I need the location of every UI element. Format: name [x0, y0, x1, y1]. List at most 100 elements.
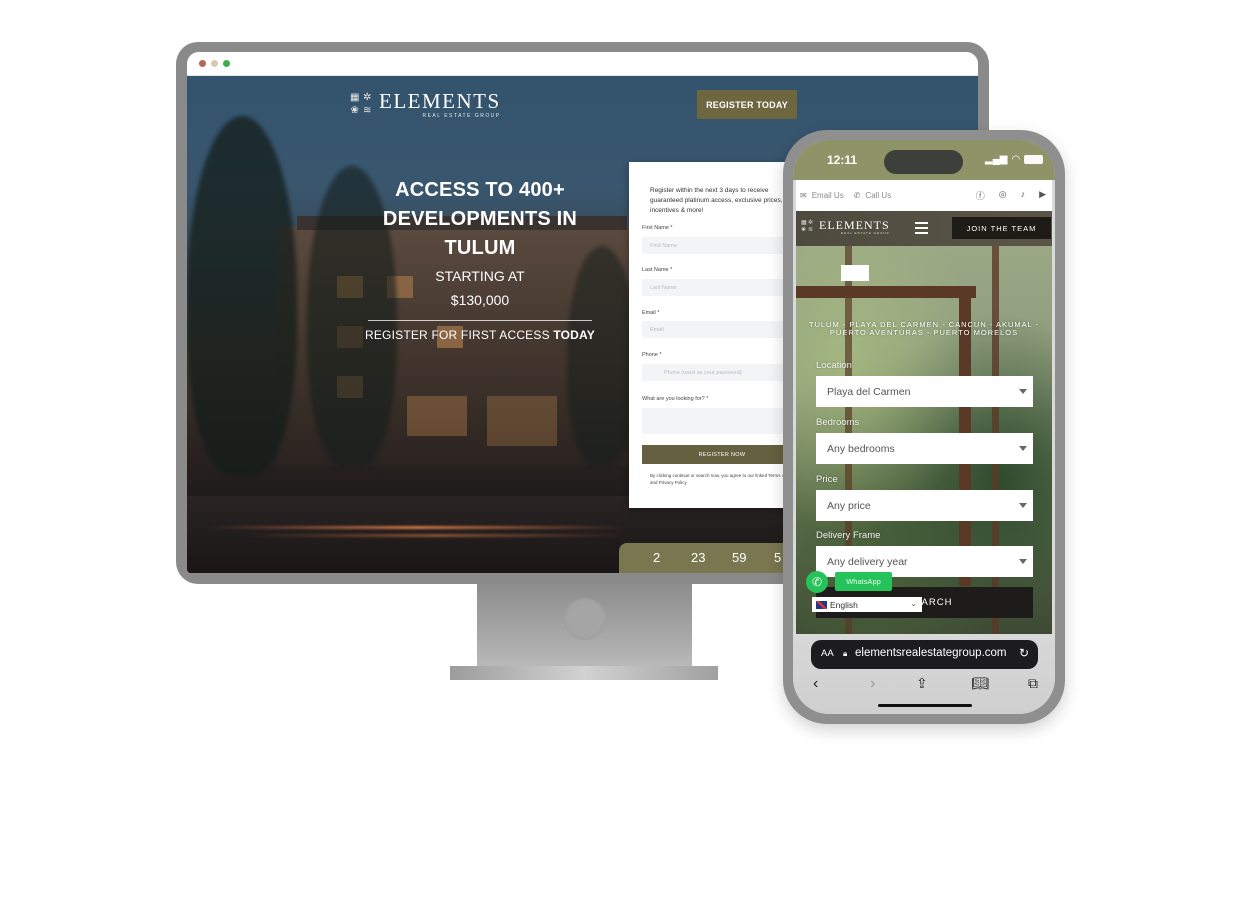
phone-screen: 12:11 ▂▄▆ ◠ ✉ Email Us ✆ Call Us ⓕ ◎ ♪ ▶…	[793, 140, 1055, 714]
first-name-label: First Name *	[642, 225, 673, 231]
mockup-stage: ▦ ✲ ❀ ≋ ELEMENTS REAL ESTATE GROUP REGISTER…	[0, 0, 1240, 910]
email-us-label: Email Us	[811, 191, 844, 200]
location-value: Playa del Carmen	[827, 385, 911, 398]
window-close-dot[interactable]	[199, 60, 206, 67]
registration-form: Register within the next 3 days to recei…	[629, 162, 802, 508]
terms-text: By clicking continue or search now, you …	[650, 473, 795, 485]
palm-tree	[187, 116, 297, 476]
mobile-brand-name: ELEMENTS	[819, 218, 890, 232]
countdown-minutes: 59	[732, 550, 747, 565]
light-trail	[247, 534, 627, 537]
whatsapp-button[interactable]: WhatsApp	[835, 572, 892, 591]
delivery-frame-label: Delivery Frame	[816, 530, 881, 541]
monitor-stand-neck	[477, 584, 692, 666]
price-value: Any price	[827, 499, 871, 512]
looking-for-label: What are you looking for? *	[642, 396, 709, 402]
join-the-team-button[interactable]: JOIN THE TEAM	[952, 217, 1051, 239]
dropdown-caret-icon	[1019, 559, 1027, 564]
countdown-hours: 23	[691, 550, 706, 565]
reader-settings-button[interactable]: AA	[821, 648, 834, 659]
email-input[interactable]: Email	[642, 321, 802, 338]
hamburger-menu-icon[interactable]	[915, 222, 928, 234]
light-trail	[207, 526, 627, 529]
dropdown-caret-icon	[1019, 446, 1027, 451]
call-us-link[interactable]: ✆ Call Us	[854, 191, 891, 200]
dropdown-caret-icon	[1019, 389, 1027, 394]
logo-emblem-icon: ▦ ✲ ❀ ≋	[801, 220, 814, 233]
register-today-button[interactable]: REGISTER TODAY	[697, 90, 797, 119]
countdown-seconds: 5	[774, 550, 782, 565]
wifi-icon: ◠	[1011, 154, 1021, 165]
back-icon[interactable]: ‹	[813, 675, 818, 693]
brand-name: ELEMENTS	[379, 89, 501, 113]
bedrooms-value: Any bedrooms	[827, 442, 895, 455]
phone-icon: ✆	[853, 191, 861, 200]
hero-register-cta[interactable]: REGISTER FOR FIRST ACCESS TODAY	[362, 327, 598, 343]
status-bar: 12:11 ▂▄▆ ◠	[793, 140, 1055, 180]
mobile-phone: 12:11 ▂▄▆ ◠ ✉ Email Us ✆ Call Us ⓕ ◎ ♪ ▶…	[783, 130, 1065, 724]
hero-cta-text: REGISTER FOR FIRST ACCESS	[364, 328, 554, 342]
mobile-navbar: ▦ ✲ ❀ ≋ ELEMENTS REAL ESTATE GROUP JOIN THE…	[796, 211, 1052, 246]
looking-for-textarea[interactable]	[642, 408, 802, 434]
dropdown-caret-icon	[1019, 503, 1027, 508]
language-selector[interactable]: English ⌄	[812, 597, 922, 612]
bedrooms-label: Bedrooms	[816, 417, 860, 428]
phone-input[interactable]: Phone (used as your password)	[642, 364, 802, 381]
hero-divider	[368, 320, 592, 321]
hero-price: $130,000	[450, 292, 510, 308]
lit-window	[407, 396, 467, 436]
signal-icon: ▂▄▆	[985, 154, 1008, 165]
mobile-brand-logo[interactable]: ▦ ✲ ❀ ≋ ELEMENTS REAL ESTATE GROUP	[801, 219, 890, 235]
lit-window	[487, 396, 557, 446]
address-bar[interactable]: AA 🔒︎ elementsrealestategroup.com ↻	[811, 640, 1038, 669]
lock-icon: 🔒︎	[843, 649, 848, 658]
share-icon[interactable]: ⇪	[916, 675, 928, 692]
email-label: Email *	[642, 310, 660, 316]
dynamic-island	[884, 150, 963, 174]
monitor-stand-knob	[564, 598, 606, 640]
cities-list: TULUM - PLAYA DEL CARMEN - CANCUN - AKUM…	[796, 321, 1052, 337]
first-name-input[interactable]: First Name	[642, 237, 802, 254]
envelope-icon: ✉	[800, 191, 807, 200]
logo-emblem-icon: ▦ ✲ ❀ ≋	[350, 91, 372, 117]
pergola-beam	[796, 286, 976, 298]
tiktok-icon[interactable]: ♪	[1021, 189, 1026, 202]
hero-cta-emphasis: TODAY	[553, 328, 596, 342]
form-intro-text: Register within the next 3 days to recei…	[650, 187, 783, 214]
location-select[interactable]: Playa del Carmen	[816, 376, 1033, 407]
property-search-hero: TULUM - PLAYA DEL CARMEN - CANCUN - AKUM…	[796, 246, 1052, 634]
monitor-stand-base	[450, 666, 718, 680]
price-label: Price	[816, 474, 838, 485]
language-value: English	[830, 599, 858, 610]
call-us-label: Call Us	[865, 191, 892, 200]
placeholder-block	[841, 265, 869, 281]
price-select[interactable]: Any price	[816, 490, 1033, 521]
brand-logo[interactable]: ▦ ✲ ❀ ≋ ELEMENTS REAL ESTATE GROUP	[349, 90, 501, 119]
facebook-icon[interactable]: ⓕ	[976, 189, 985, 202]
tabs-icon[interactable]: ⧉	[1028, 675, 1038, 692]
window-maximize-dot[interactable]	[223, 60, 230, 67]
status-time: 12:11	[827, 153, 858, 167]
url-text: elementsrealestategroup.com	[855, 647, 1007, 659]
hero-title: ACCESS TO 400+ DEVELOPMENTS IN TULUM	[382, 179, 578, 259]
bedrooms-select[interactable]: Any bedrooms	[816, 433, 1033, 464]
countdown-days: 2	[653, 550, 661, 565]
last-name-input[interactable]: Last Name	[642, 279, 802, 296]
uk-flag-icon	[816, 600, 827, 609]
register-now-button[interactable]: REGISTER NOW	[642, 445, 802, 464]
whatsapp-icon[interactable]: ✆	[806, 571, 828, 593]
brand-tagline: REAL ESTATE GROUP	[422, 113, 501, 119]
home-indicator[interactable]	[878, 704, 972, 707]
forward-icon[interactable]: ›	[870, 675, 875, 693]
instagram-icon[interactable]: ◎	[999, 189, 1007, 202]
phone-label: Phone *	[642, 352, 662, 358]
window-minimize-dot[interactable]	[211, 60, 218, 67]
youtube-icon[interactable]: ▶	[1039, 189, 1046, 202]
email-us-link[interactable]: ✉ Email Us	[800, 191, 844, 200]
delivery-frame-value: Any delivery year	[827, 555, 908, 568]
browser-chrome	[187, 52, 978, 76]
reload-icon[interactable]: ↻	[1019, 646, 1029, 660]
battery-icon	[1024, 155, 1044, 164]
bookmarks-icon[interactable]: 📖︎	[971, 675, 989, 692]
chevron-down-icon: ⌄	[910, 599, 917, 608]
